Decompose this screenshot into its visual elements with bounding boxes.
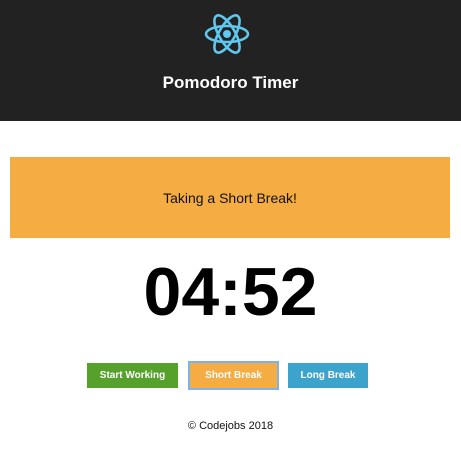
page-title: Pomodoro Timer — [162, 73, 299, 92]
footer-copyright: © Codejobs 2018 — [187, 420, 274, 432]
short-break-button[interactable]: Short Break — [188, 361, 279, 390]
long-break-button[interactable]: Long Break — [288, 363, 368, 388]
status-banner: Taking a Short Break! — [10, 157, 450, 238]
app-header: Pomodoro Timer — [0, 0, 461, 121]
start-working-button[interactable]: Start Working — [87, 363, 178, 388]
status-message: Taking a Short Break! — [163, 189, 297, 206]
react-atom-icon — [204, 14, 250, 54]
timer-display: 04:52 — [143, 254, 318, 330]
